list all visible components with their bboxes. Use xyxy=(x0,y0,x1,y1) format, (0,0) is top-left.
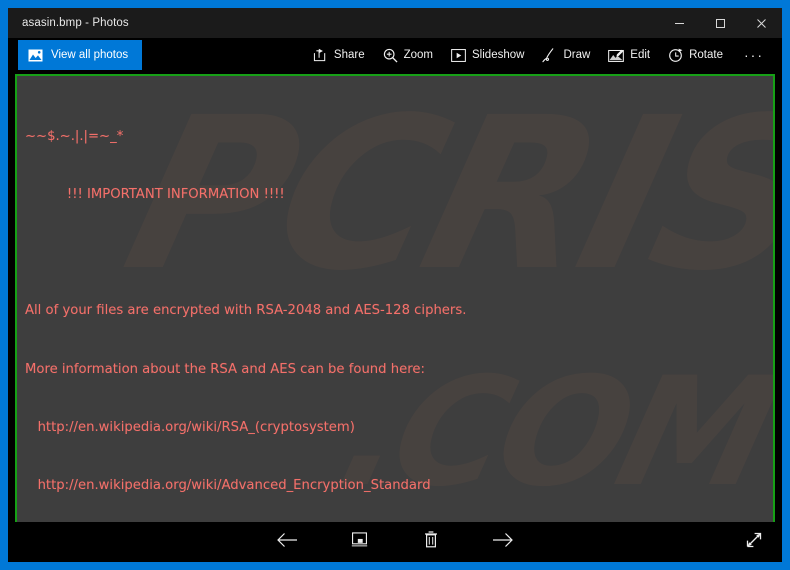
edit-label: Edit xyxy=(630,49,651,61)
rotate-button[interactable]: Rotate xyxy=(659,40,732,70)
arrow-right-icon xyxy=(492,532,514,553)
edit-button[interactable]: Edit xyxy=(599,40,659,70)
more-options-button[interactable]: ··· xyxy=(732,40,776,70)
fit-to-window-icon xyxy=(351,532,368,552)
rotate-icon xyxy=(668,48,683,63)
trash-icon xyxy=(424,531,438,553)
command-bar: View all photos Share Zoom Slideshow Dra… xyxy=(8,38,782,72)
minimize-icon xyxy=(674,18,685,29)
pen-icon xyxy=(542,47,557,63)
note-line: http://en.wikipedia.org/wiki/RSA_(crypto… xyxy=(25,419,355,435)
slideshow-label: Slideshow xyxy=(472,49,525,61)
minimize-button[interactable] xyxy=(659,8,700,38)
maximize-button[interactable] xyxy=(700,8,741,38)
next-image-button[interactable] xyxy=(486,527,520,557)
slideshow-button[interactable]: Slideshow xyxy=(442,40,533,70)
note-line: More information about the RSA and AES c… xyxy=(25,361,425,377)
image-viewer: PCRISK .COM ~~$.~.|.|=~_* !!! IMPORTANT … xyxy=(8,72,782,522)
zoom-label: Zoom xyxy=(403,49,434,61)
window-controls xyxy=(659,8,782,38)
note-line: ~~$.~.|.|=~_* xyxy=(25,128,124,144)
note-line xyxy=(25,243,773,262)
title-bar: asasin.bmp - Photos xyxy=(8,8,782,38)
slideshow-icon xyxy=(451,48,466,62)
maximize-icon xyxy=(715,18,726,29)
edit-image-icon xyxy=(608,49,625,62)
command-bar-actions: Share Zoom Slideshow Draw Edit Rotate ··… xyxy=(304,38,782,72)
expand-diagonal-icon xyxy=(745,531,763,554)
note-line: All of your files are encrypted with RSA… xyxy=(25,303,467,319)
draw-button[interactable]: Draw xyxy=(533,40,599,70)
view-all-photos-button[interactable]: View all photos xyxy=(18,40,143,70)
previous-image-button[interactable] xyxy=(270,527,304,557)
fullscreen-button[interactable] xyxy=(738,527,770,557)
close-icon xyxy=(756,18,767,29)
view-all-photos-label: View all photos xyxy=(51,49,129,61)
close-button[interactable] xyxy=(741,8,782,38)
share-button[interactable]: Share xyxy=(304,40,374,70)
ransom-note-image: PCRISK .COM ~~$.~.|.|=~_* !!! IMPORTANT … xyxy=(15,74,775,522)
photos-app-window: asasin.bmp - Photos View all photos Shar… xyxy=(8,8,782,562)
zoom-button[interactable]: Zoom xyxy=(374,40,442,70)
ransom-note-text: ~~$.~.|.|=~_* !!! IMPORTANT INFORMATION … xyxy=(17,76,773,522)
delete-image-button[interactable] xyxy=(414,527,448,557)
fit-to-window-button[interactable] xyxy=(342,527,376,557)
draw-label: Draw xyxy=(563,49,591,61)
magnifier-plus-icon xyxy=(383,48,398,63)
photo-collection-icon xyxy=(28,49,43,62)
share-icon xyxy=(313,48,328,62)
window-title: asasin.bmp - Photos xyxy=(22,17,129,29)
share-label: Share xyxy=(333,49,365,61)
arrow-left-icon xyxy=(276,532,298,553)
rotate-label: Rotate xyxy=(689,49,723,61)
note-line: http://en.wikipedia.org/wiki/Advanced_En… xyxy=(25,478,431,494)
note-line: !!! IMPORTANT INFORMATION !!!! xyxy=(25,187,285,203)
bottom-toolbar xyxy=(8,522,782,562)
desktop-background: asasin.bmp - Photos View all photos Shar… xyxy=(0,0,790,570)
